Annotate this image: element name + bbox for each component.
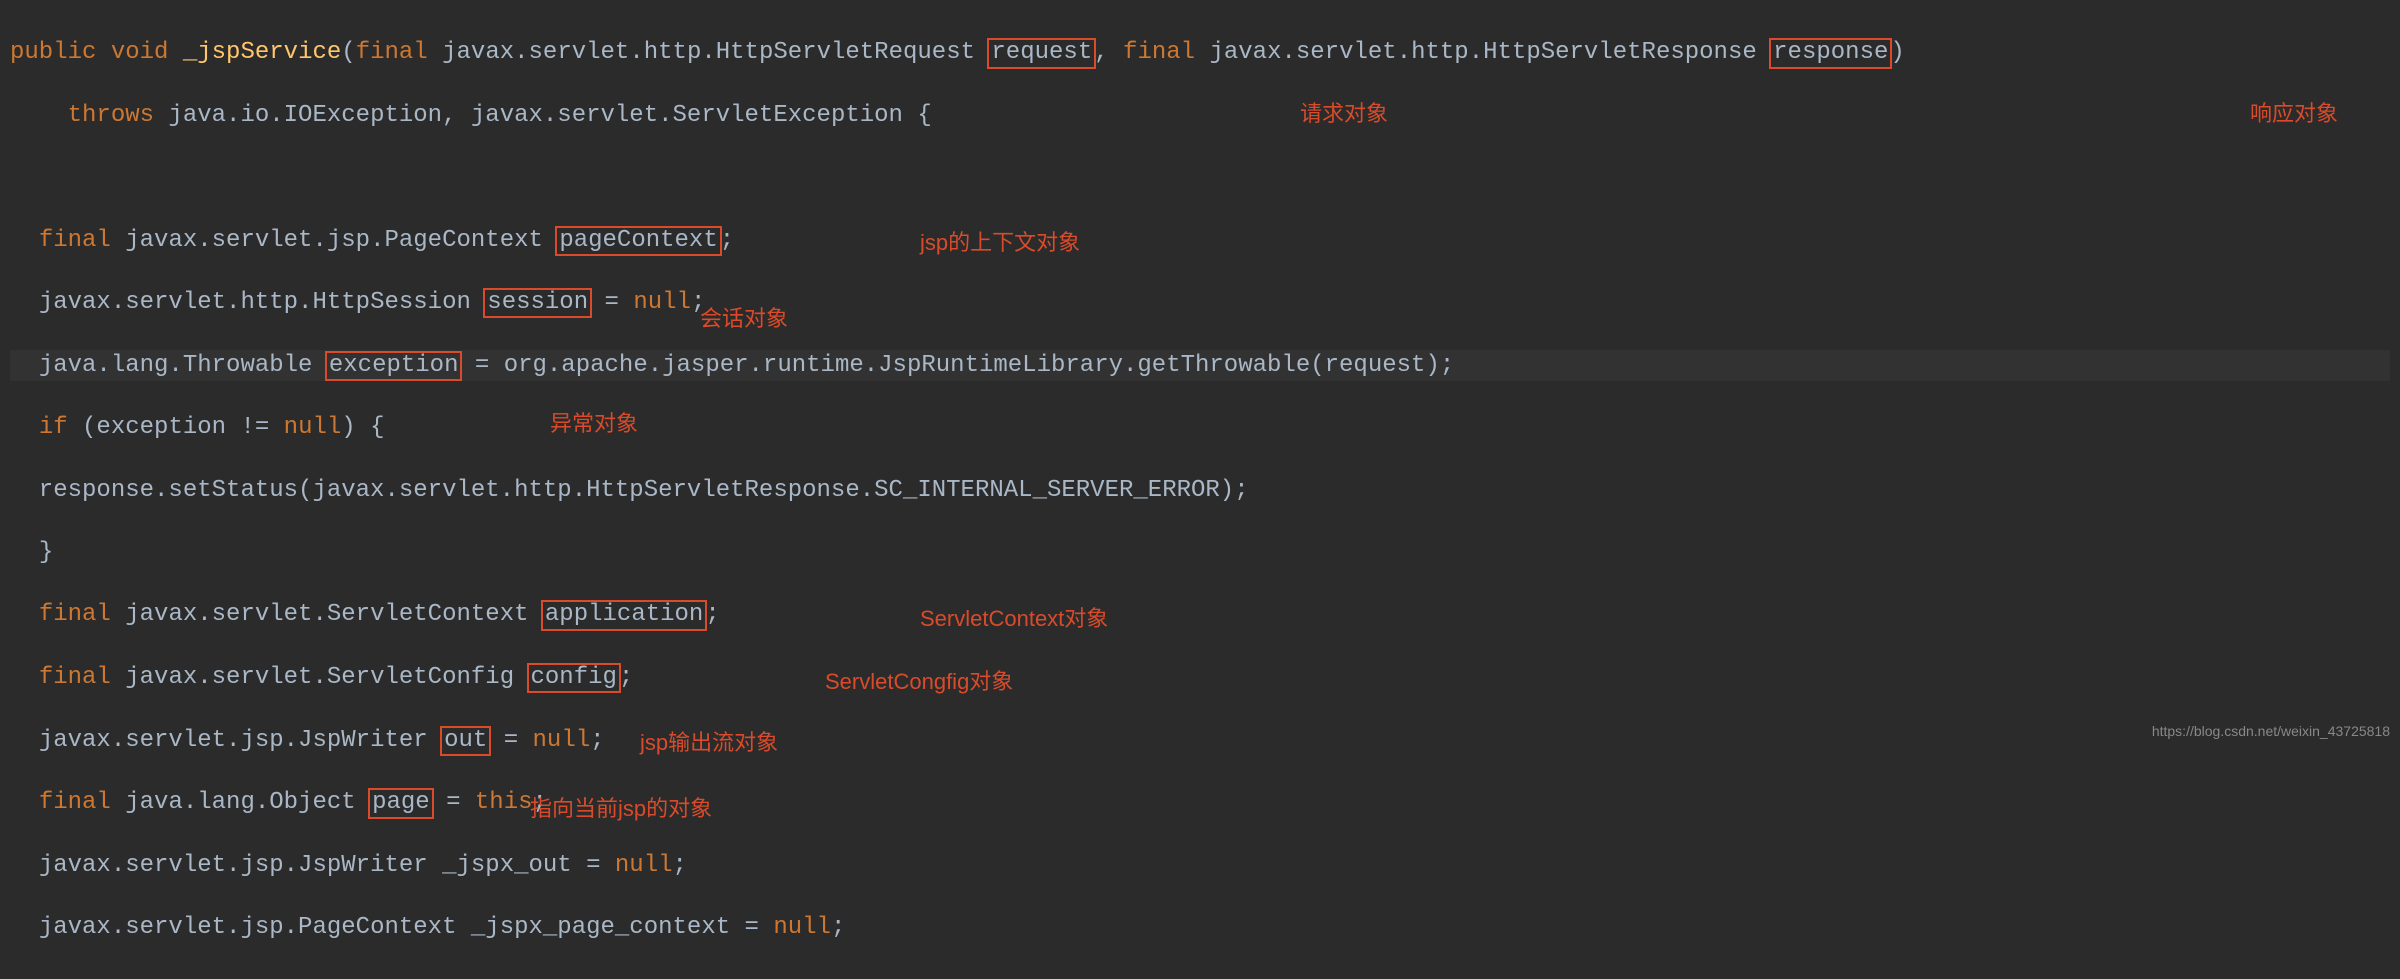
- keyword-final: final: [1123, 39, 1195, 66]
- annotation-pagecontext: jsp的上下文对象: [920, 229, 1080, 258]
- annotation-response: 响应对象: [2250, 100, 2338, 129]
- var-out: out: [440, 726, 491, 756]
- code-line: final java.lang.Object page = this;指向当前j…: [10, 787, 2390, 818]
- var-pagecontext: pageContext: [555, 226, 721, 256]
- annotation-page: 指向当前jsp的对象: [530, 795, 712, 824]
- keyword-final: final: [39, 601, 111, 628]
- code-line: }: [10, 537, 2390, 568]
- code-line: response.setStatus(javax.servlet.http.Ht…: [10, 475, 2390, 506]
- keyword-public: public: [10, 39, 96, 66]
- keyword-void: void: [111, 39, 169, 66]
- code-block: public void _jspService(final javax.serv…: [0, 0, 2400, 979]
- keyword-throws: throws: [68, 102, 154, 129]
- param-request: request: [987, 38, 1096, 68]
- code-line: if (exception != null) {异常对象: [10, 412, 2390, 443]
- keyword-final: final: [39, 227, 111, 254]
- code-line: javax.servlet.jsp.PageContext _jspx_page…: [10, 912, 2390, 943]
- var-config: config: [527, 663, 621, 693]
- code-line: javax.servlet.jsp.JspWriter out = null;j…: [10, 725, 2390, 756]
- param-response: response: [1769, 38, 1892, 68]
- method-name: _jspService: [183, 39, 341, 66]
- annotation-out: jsp输出流对象: [640, 729, 778, 758]
- annotation-application: ServletContext对象: [920, 605, 1108, 634]
- code-line: final javax.servlet.jsp.PageContext page…: [10, 225, 2390, 256]
- var-exception: exception: [325, 351, 463, 381]
- code-line: throws java.io.IOException, javax.servle…: [10, 100, 2390, 131]
- keyword-final: final: [39, 664, 111, 691]
- annotation-request: 请求对象: [1300, 100, 1388, 129]
- code-line: final javax.servlet.ServletContext appli…: [10, 599, 2390, 630]
- keyword-if: if: [39, 414, 68, 441]
- code-line: final javax.servlet.ServletConfig config…: [10, 662, 2390, 693]
- annotation-config: ServletCongfig对象: [825, 668, 1013, 697]
- code-line: javax.servlet.jsp.JspWriter _jspx_out = …: [10, 850, 2390, 881]
- var-page: page: [368, 788, 434, 818]
- watermark: https://blog.csdn.net/weixin_43725818: [2152, 722, 2390, 740]
- annotation-session: 会话对象: [700, 305, 788, 334]
- code-line: public void _jspService(final javax.serv…: [10, 37, 2390, 68]
- code-line: javax.servlet.http.HttpSession session =…: [10, 287, 2390, 318]
- keyword-final: final: [356, 39, 428, 66]
- keyword-final: final: [39, 789, 111, 816]
- var-session: session: [483, 288, 592, 318]
- code-line: [10, 162, 2390, 193]
- var-application: application: [541, 600, 707, 630]
- code-line-highlighted: java.lang.Throwable exception = org.apac…: [10, 350, 2390, 381]
- annotation-exception: 异常对象: [550, 410, 638, 439]
